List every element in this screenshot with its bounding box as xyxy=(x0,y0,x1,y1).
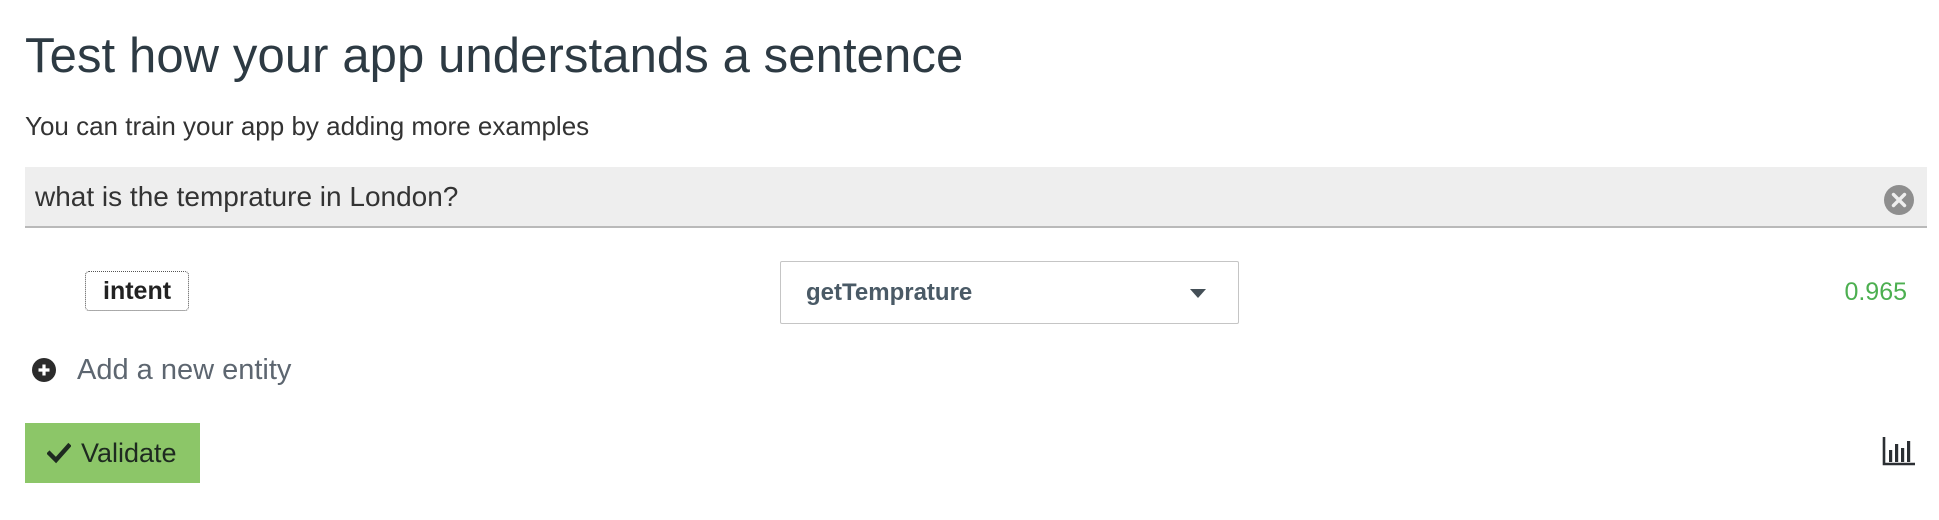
bar-chart-icon[interactable] xyxy=(1881,435,1917,467)
entity-tag-intent[interactable]: intent xyxy=(85,271,190,311)
validate-button[interactable]: Validate xyxy=(25,423,200,483)
validate-label: Validate xyxy=(81,438,177,468)
plus-circle-icon xyxy=(32,358,56,382)
confidence-score: 0.965 xyxy=(1844,278,1907,306)
intent-select-value: getTemprature xyxy=(806,279,973,306)
page-title: Test how your app understands a sentence xyxy=(25,29,964,83)
sentence-input[interactable] xyxy=(35,167,1855,226)
sentence-field xyxy=(25,167,1927,228)
intent-select[interactable]: getTemprature xyxy=(780,261,1239,324)
close-circle-icon[interactable] xyxy=(1883,184,1915,216)
check-icon xyxy=(46,442,72,464)
caret-down-icon xyxy=(1190,289,1206,298)
page-subtitle: You can train your app by adding more ex… xyxy=(25,111,590,141)
add-entity-label: Add a new entity xyxy=(77,354,292,386)
